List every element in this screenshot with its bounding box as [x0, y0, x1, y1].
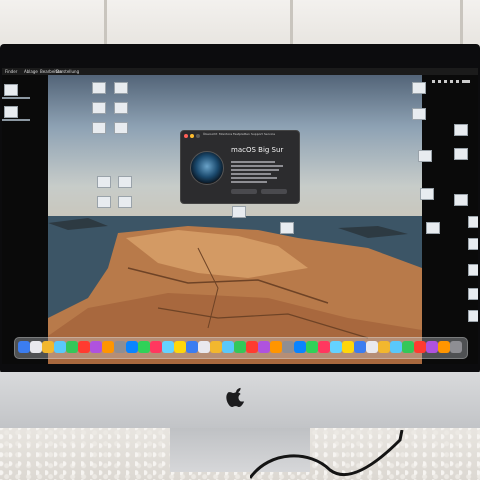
desktop-file-icon[interactable]: [92, 102, 106, 114]
dock-app-icon[interactable]: [354, 341, 366, 353]
dock-app-icon[interactable]: [186, 341, 198, 353]
dock-app-icon[interactable]: [414, 341, 426, 353]
desktop-file-icon[interactable]: [454, 124, 468, 136]
desktop-file-icon[interactable]: [97, 196, 111, 208]
system-info-line: [231, 173, 271, 175]
dock-app-icon[interactable]: [390, 341, 402, 353]
cabinet-background: [0, 0, 480, 50]
menu-bar: Finder Ablage Bearbeiten Darstellung: [2, 68, 478, 83]
desktop-file-icon[interactable]: [426, 222, 440, 234]
power-cable: [250, 430, 404, 479]
dock-app-icon[interactable]: [66, 341, 78, 353]
dock-app-icon[interactable]: [402, 341, 414, 353]
dock-app-icon[interactable]: [306, 341, 318, 353]
desktop-file-icon[interactable]: [454, 194, 468, 206]
desktop-file-icon[interactable]: [4, 84, 18, 96]
tab-displays[interactable]: Monitore: [219, 132, 232, 136]
about-this-mac-window[interactable]: Übersicht Monitore Festplatten Support S…: [180, 130, 300, 204]
dock: [14, 337, 468, 359]
system-info-line: [231, 161, 275, 163]
dock-app-icon[interactable]: [126, 341, 138, 353]
desktop-file-icon[interactable]: [4, 106, 18, 118]
system-info-line: [231, 169, 279, 171]
dock-app-icon[interactable]: [162, 341, 174, 353]
dock-app-icon[interactable]: [198, 341, 210, 353]
dock-app-icon[interactable]: [150, 341, 162, 353]
desktop-file-icon[interactable]: [92, 82, 106, 94]
desktop-file-icon[interactable]: [412, 108, 426, 120]
photo-scene: Finder Ablage Bearbeiten Darstellung Übe…: [0, 0, 480, 480]
dock-app-icon[interactable]: [114, 341, 126, 353]
dock-app-icon[interactable]: [246, 341, 258, 353]
dock-app-icon[interactable]: [30, 341, 42, 353]
desktop-file-icon[interactable]: [118, 196, 132, 208]
desktop-file-icon[interactable]: [114, 82, 128, 94]
dock-app-icon[interactable]: [318, 341, 330, 353]
dock-app-icon[interactable]: [18, 341, 30, 353]
dock-app-icon[interactable]: [174, 341, 186, 353]
dock-app-icon[interactable]: [282, 341, 294, 353]
desktop-file-icon[interactable]: [420, 188, 434, 200]
zoom-button[interactable]: [196, 134, 200, 138]
dock-app-icon[interactable]: [366, 341, 378, 353]
desktop-file-icon[interactable]: [454, 148, 468, 160]
desktop-file-label: [2, 97, 30, 99]
system-info-line: [231, 181, 267, 183]
menu-item-finder[interactable]: Finder: [5, 68, 17, 75]
desktop-file-icon[interactable]: [118, 176, 132, 188]
dock-app-icon[interactable]: [210, 341, 222, 353]
system-info-line: [231, 165, 283, 167]
menu-item-ablage[interactable]: Ablage: [24, 68, 38, 75]
menu-status-icons[interactable]: [432, 69, 472, 83]
desktop-file-icon[interactable]: [468, 216, 478, 228]
desktop-file-icon[interactable]: [468, 238, 478, 250]
menu-item-darstellung[interactable]: Darstellung: [56, 68, 79, 75]
tab-service[interactable]: Service: [264, 132, 275, 136]
tab-support[interactable]: Support: [251, 132, 263, 136]
apple-logo-icon: [226, 387, 245, 407]
dock-app-icon[interactable]: [330, 341, 342, 353]
dock-app-icon[interactable]: [138, 341, 150, 353]
dock-app-icon[interactable]: [42, 341, 54, 353]
dock-app-icon[interactable]: [438, 341, 450, 353]
cabinet-seam: [104, 0, 107, 50]
desktop-file-icon[interactable]: [412, 82, 426, 94]
dock-app-icon[interactable]: [378, 341, 390, 353]
desktop-file-icon[interactable]: [114, 102, 128, 114]
os-name: macOS Big Sur: [231, 146, 284, 154]
dock-app-icon[interactable]: [426, 341, 438, 353]
desktop-file-label: [2, 119, 30, 121]
cabinet-seam: [460, 0, 463, 50]
close-button[interactable]: [184, 134, 188, 138]
desktop-file-icon[interactable]: [468, 288, 478, 300]
desktop-file-icon[interactable]: [92, 122, 106, 134]
desktop-file-icon[interactable]: [468, 264, 478, 276]
minimize-button[interactable]: [190, 134, 194, 138]
macos-big-sur-logo-icon: [190, 151, 224, 185]
dock-app-icon[interactable]: [78, 341, 90, 353]
desktop-file-icon[interactable]: [418, 150, 432, 162]
dock-app-icon[interactable]: [342, 341, 354, 353]
software-update-button[interactable]: [261, 189, 287, 194]
tab-overview[interactable]: Übersicht: [203, 132, 217, 136]
dock-app-icon[interactable]: [234, 341, 246, 353]
dock-app-icon[interactable]: [258, 341, 270, 353]
tab-storage[interactable]: Festplatten: [233, 132, 250, 136]
dock-app-icon[interactable]: [222, 341, 234, 353]
desktop-file-icon[interactable]: [468, 310, 478, 322]
dock-app-icon[interactable]: [450, 341, 462, 353]
dock-app-icon[interactable]: [270, 341, 282, 353]
cabinet-seam: [290, 0, 293, 50]
system-report-button[interactable]: [231, 189, 257, 194]
dock-app-icon[interactable]: [90, 341, 102, 353]
system-info-line: [231, 177, 277, 179]
dock-app-icon[interactable]: [102, 341, 114, 353]
dock-app-icon[interactable]: [294, 341, 306, 353]
desktop-file-icon[interactable]: [114, 122, 128, 134]
dock-app-icon[interactable]: [54, 341, 66, 353]
desktop-file-icon[interactable]: [232, 206, 246, 218]
imac-screen[interactable]: Finder Ablage Bearbeiten Darstellung Übe…: [2, 68, 478, 364]
desktop-file-icon[interactable]: [97, 176, 111, 188]
desktop-file-icon[interactable]: [280, 222, 294, 234]
